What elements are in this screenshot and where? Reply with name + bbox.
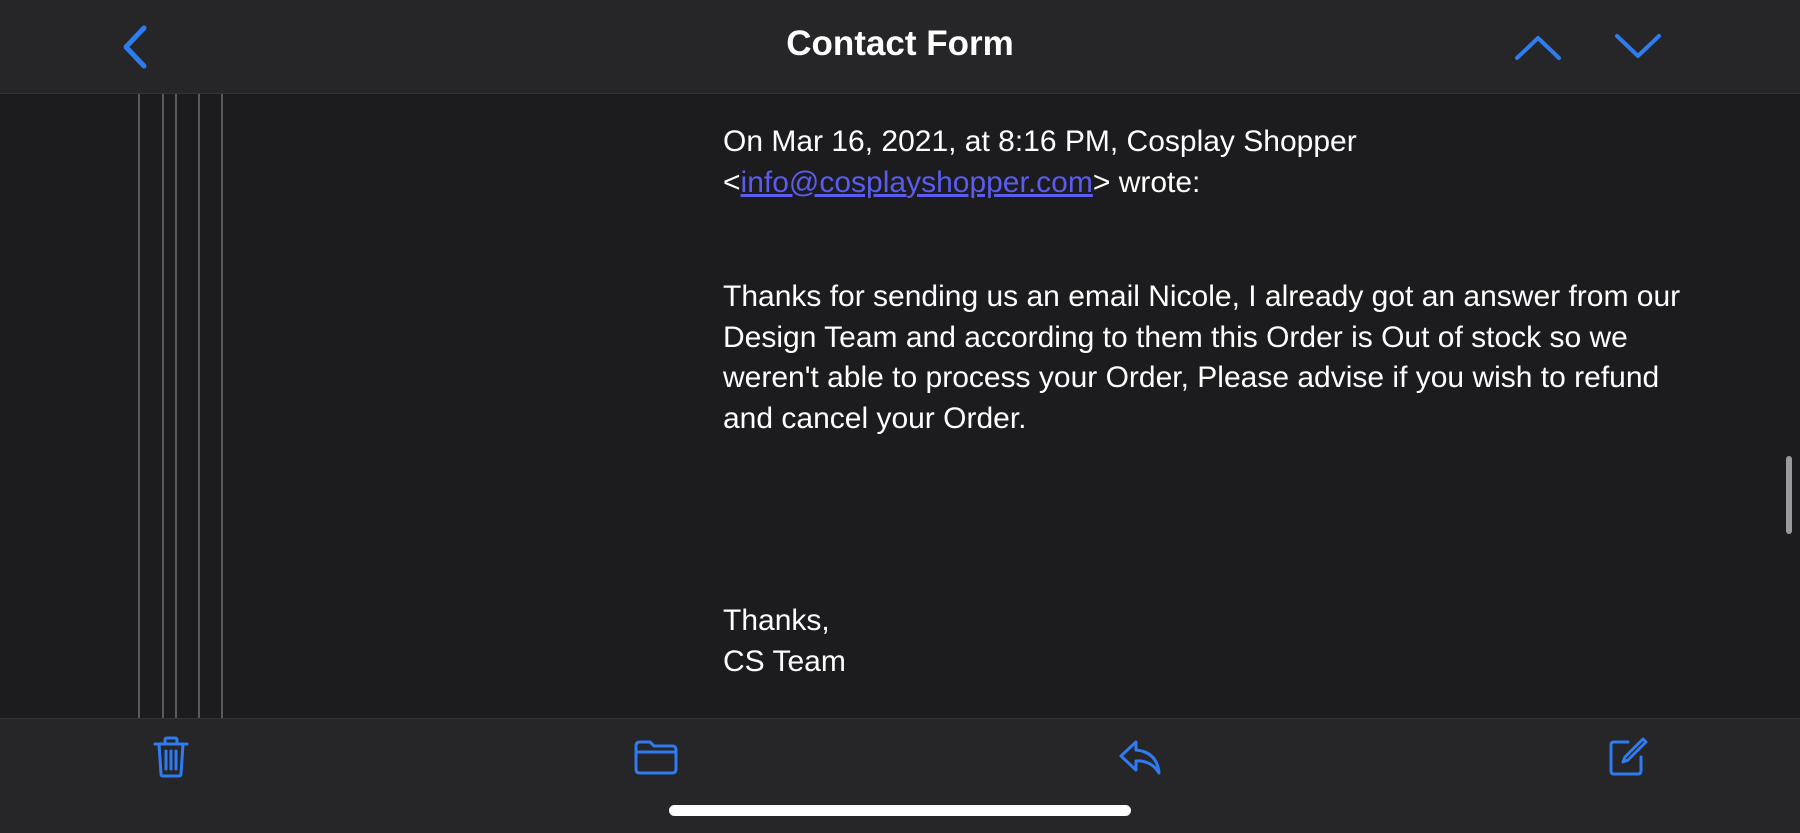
compose-icon	[1609, 737, 1648, 776]
quote-bar	[175, 94, 177, 718]
chevron-up-icon	[1515, 36, 1561, 60]
folder-icon	[634, 740, 678, 775]
compose-button[interactable]	[1600, 731, 1656, 783]
home-indicator[interactable]	[669, 805, 1131, 816]
quoted-message: On Mar 16, 2021, at 8:16 PM, Cosplay Sho…	[723, 122, 1683, 682]
reply-button[interactable]	[1112, 731, 1168, 783]
quote-bar	[198, 94, 200, 718]
navigation-bar: Contact Form	[0, 0, 1800, 94]
next-message-button[interactable]	[1610, 22, 1666, 72]
signature: CS Team	[723, 644, 846, 678]
reply-icon	[1119, 740, 1161, 775]
quote-bar	[221, 94, 223, 718]
quote-bar	[162, 94, 164, 718]
quote-header: On Mar 16, 2021, at 8:16 PM, Cosplay Sho…	[723, 122, 1683, 203]
message-body: Thanks for sending us an email Nicole, I…	[723, 280, 1681, 435]
quote-header-prefix: On Mar 16, 2021, at 8:16 PM, Cosplay Sho…	[723, 125, 1357, 158]
chevron-down-icon	[1615, 34, 1661, 58]
previous-message-button[interactable]	[1510, 22, 1566, 72]
scrollbar[interactable]	[1786, 456, 1792, 534]
quote-header-open: <	[723, 165, 741, 199]
quote-header-suffix: > wrote:	[1092, 165, 1201, 199]
quote-bar	[138, 94, 140, 718]
trash-button[interactable]	[143, 731, 199, 783]
signoff: Thanks,	[723, 604, 830, 637]
email-link[interactable]: info@cosplayshopper.com	[741, 166, 1093, 199]
move-to-folder-button[interactable]	[628, 731, 684, 783]
trash-icon	[153, 736, 189, 778]
message-content[interactable]: On Mar 16, 2021, at 8:16 PM, Cosplay Sho…	[0, 94, 1800, 718]
